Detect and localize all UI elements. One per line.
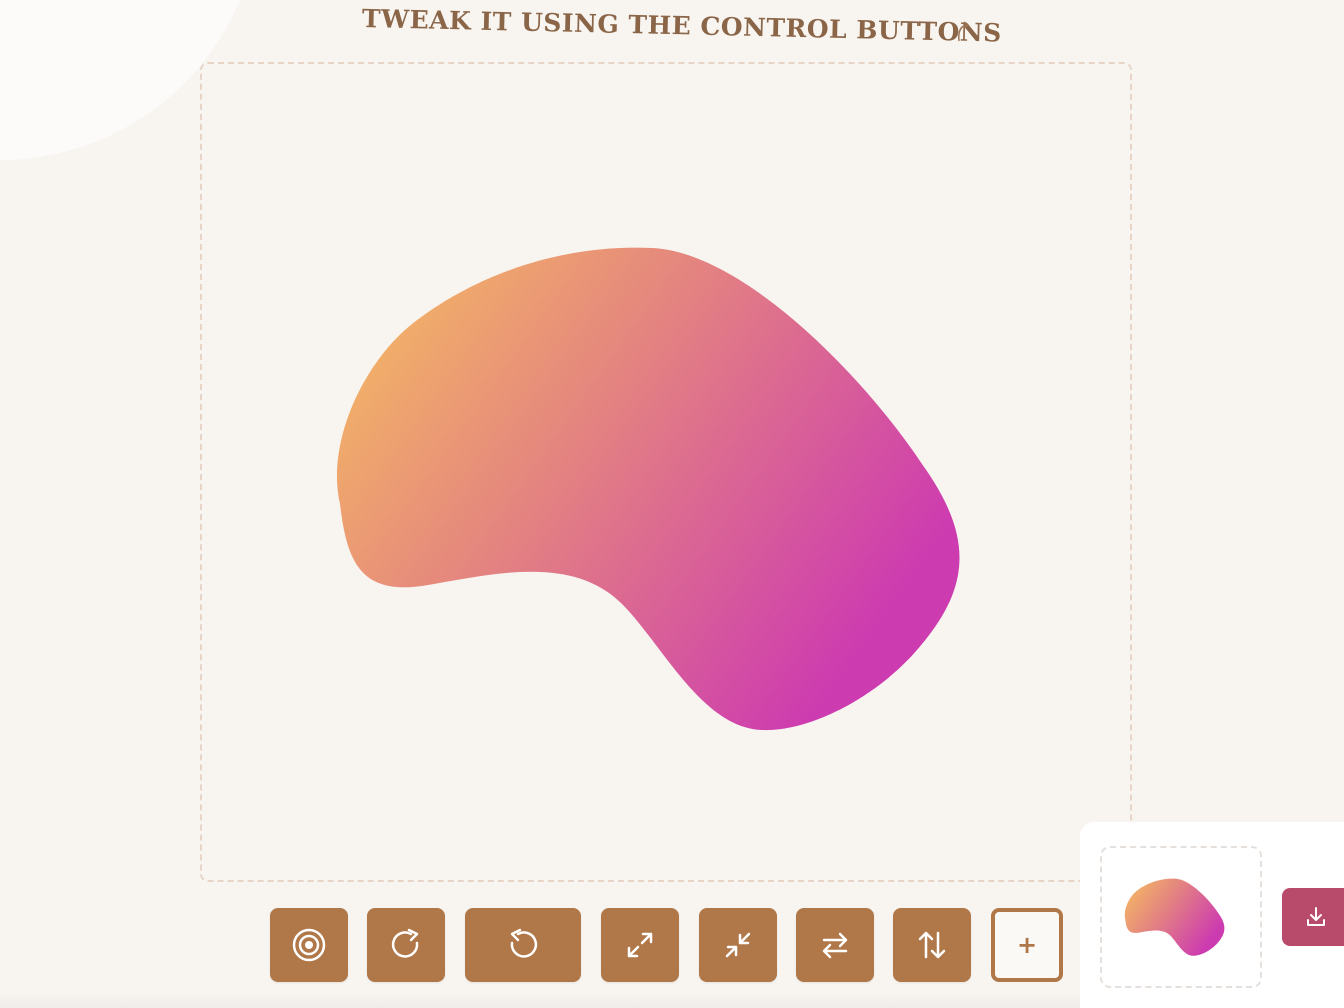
curved-arrow-icon — [958, 21, 970, 42]
swap-vertical-icon — [918, 931, 946, 959]
expand-button[interactable] — [601, 908, 679, 982]
expand-icon — [627, 932, 653, 958]
download-button[interactable] — [1282, 888, 1344, 946]
instruction-text: TWEAK IT USING THE CONTROL BUTTONS — [361, 4, 1003, 48]
blob-preview-shape — [1124, 878, 1225, 956]
instruction-header: TWEAK IT USING THE CONTROL BUTTONS — [360, 0, 1003, 48]
target-icon — [292, 928, 326, 962]
download-icon — [1307, 907, 1325, 926]
flip-horizontal-button[interactable] — [796, 908, 874, 982]
undo-button[interactable] — [465, 908, 581, 982]
blob-preview-thumbnail — [1100, 846, 1262, 988]
control-toolbar: + — [0, 908, 1080, 984]
randomness-button[interactable] — [270, 908, 348, 982]
shrink-icon — [725, 932, 751, 958]
undo-icon — [510, 928, 538, 958]
swap-horizontal-icon — [822, 932, 848, 959]
flip-vertical-button[interactable] — [893, 908, 971, 982]
shrink-button[interactable] — [699, 908, 777, 982]
redo-icon — [391, 928, 419, 958]
redo-button[interactable] — [367, 908, 445, 982]
blob-shape[interactable] — [202, 64, 1130, 880]
add-button-label: + — [1016, 931, 1038, 959]
preview-panel — [1080, 822, 1344, 1008]
page: TWEAK IT USING THE CONTROL BUTTONS + — [0, 0, 1344, 1008]
blob-canvas[interactable] — [200, 62, 1132, 882]
bottom-edge — [0, 992, 1080, 1008]
add-color-button[interactable]: + — [991, 908, 1063, 982]
